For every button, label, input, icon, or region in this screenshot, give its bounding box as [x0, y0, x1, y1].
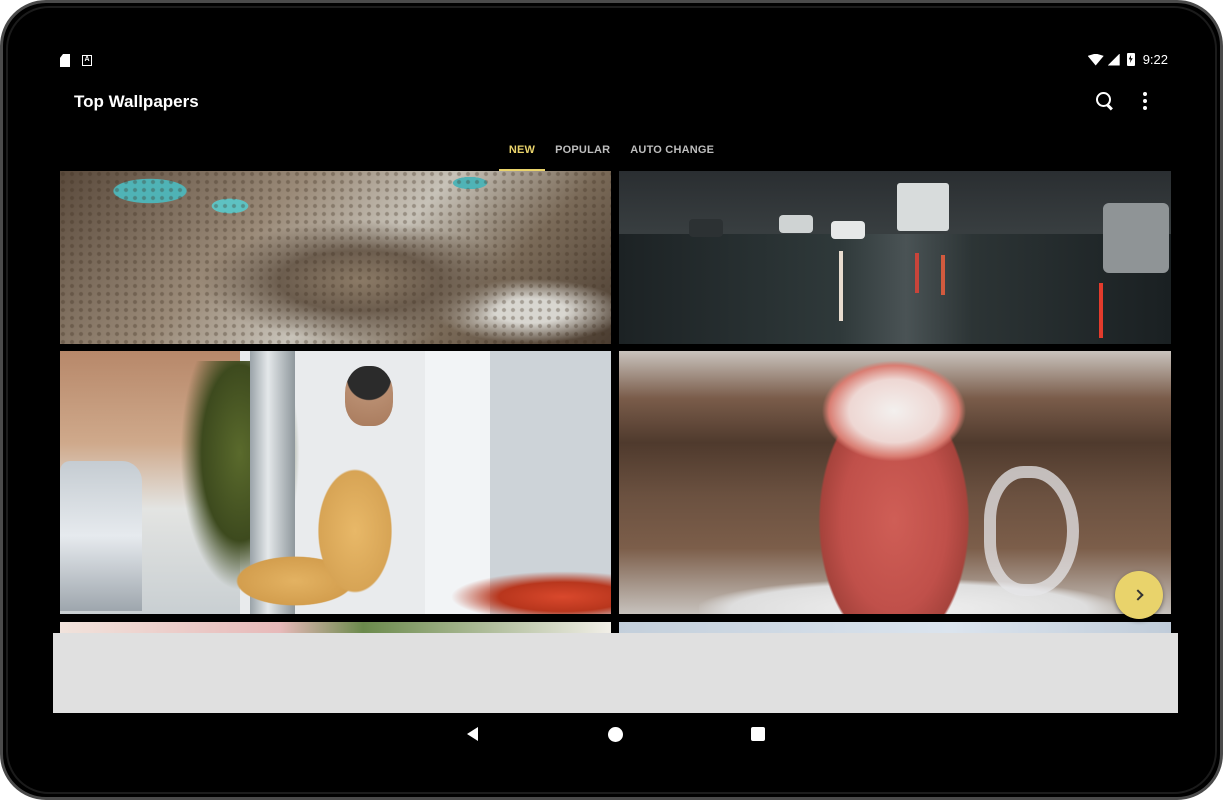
system-nav-bar — [3, 719, 1220, 749]
car — [779, 215, 813, 233]
wifi-icon — [1087, 53, 1104, 66]
light-reflection — [941, 255, 945, 295]
clock: 9:22 — [1142, 52, 1168, 67]
tab-bar: NEW POPULAR AUTO CHANGE — [3, 133, 1220, 171]
parked-car — [60, 461, 142, 611]
tab-popular[interactable]: POPULAR — [545, 133, 620, 171]
sd-card-icon — [60, 54, 70, 67]
ad-banner[interactable] — [53, 633, 1178, 713]
car — [689, 219, 723, 237]
home-icon[interactable] — [608, 727, 623, 742]
chevron-right-icon — [1131, 589, 1144, 601]
light-reflection — [839, 251, 843, 321]
glass-handle — [984, 466, 1079, 596]
wet-road — [619, 234, 1171, 344]
status-notifications: A — [60, 54, 92, 67]
device-frame: A 9:22 Top Wallpapers NEW POPULAR AUTO C… — [0, 0, 1223, 800]
wallpaper-tile-rainy-street[interactable] — [619, 171, 1171, 344]
signal-icon — [1107, 53, 1120, 66]
wallpaper-tile-sky[interactable] — [619, 622, 1171, 633]
light-reflection — [1099, 283, 1103, 338]
tab-new[interactable]: NEW — [498, 133, 546, 171]
back-icon[interactable] — [467, 727, 478, 741]
rock-texture — [60, 171, 611, 344]
search-icon[interactable] — [1094, 90, 1116, 112]
status-system-icons: 9:22 — [1087, 52, 1168, 67]
flowers — [450, 571, 611, 614]
recents-icon[interactable] — [751, 727, 765, 741]
person-head — [345, 366, 393, 426]
status-bar: A 9:22 — [60, 51, 1168, 73]
more-vert-icon[interactable] — [1134, 90, 1156, 112]
wallpaper-tile-aerial-coast[interactable] — [60, 171, 611, 344]
wallpaper-tile-man-smoking[interactable] — [60, 351, 611, 614]
tab-auto-change[interactable]: AUTO CHANGE — [620, 133, 724, 171]
car — [831, 221, 865, 239]
person — [225, 421, 415, 611]
battery-charging-icon — [1126, 53, 1135, 66]
light-reflection — [915, 253, 919, 293]
car — [1103, 203, 1169, 273]
app-title: Top Wallpapers — [74, 92, 199, 111]
wallpaper-grid — [60, 171, 1171, 633]
a-notification-icon: A — [82, 55, 92, 66]
whipped-cream — [794, 351, 994, 481]
next-fab-button[interactable] — [1115, 571, 1163, 619]
wallpaper-tile-milkshake[interactable] — [619, 351, 1171, 614]
app-bar-actions — [1094, 90, 1156, 112]
bus — [897, 183, 949, 231]
wallpaper-tile-flowers[interactable] — [60, 622, 611, 633]
